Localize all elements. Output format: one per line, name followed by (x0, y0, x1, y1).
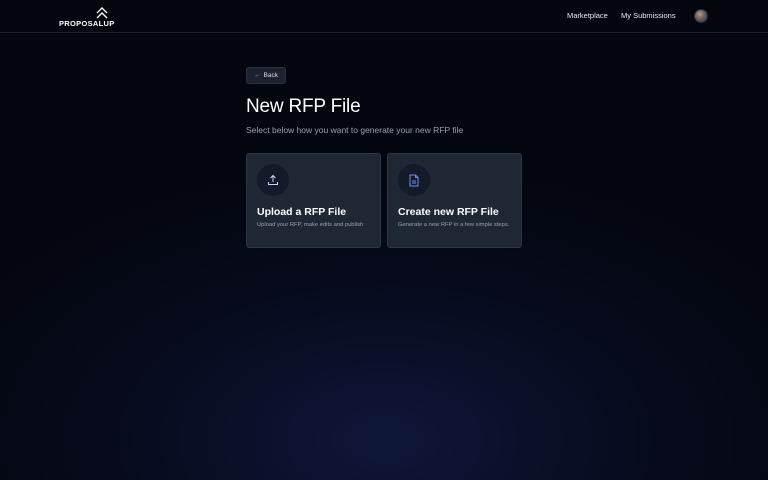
page-title: New RFP File (246, 96, 361, 117)
back-button-label: Back (263, 72, 278, 79)
create-rfp-card[interactable]: Create new RFP File Generate a new RFP i… (387, 153, 522, 248)
card-title: Create new RFP File (398, 206, 499, 218)
card-title: Upload a RFP File (257, 206, 347, 218)
back-button[interactable]: ← Back (246, 67, 286, 84)
brand-name-part1: PROPOSAL (59, 19, 104, 28)
document-icon (398, 164, 430, 196)
upload-rfp-card[interactable]: Upload a RFP File Upload your RFP, make … (246, 153, 381, 248)
chevrons-up-icon (96, 7, 108, 19)
brand-name-part2: UP (103, 19, 115, 28)
brand-logo[interactable]: PROPOSALUP (59, 7, 115, 29)
nav-link-marketplace[interactable]: Marketplace (567, 11, 608, 20)
card-description: Generate a new RFP in a few simple steps… (398, 222, 510, 228)
arrow-left-icon: ← (254, 72, 261, 79)
card-description: Upload your RFP, make edits and publish (257, 222, 364, 228)
user-avatar[interactable] (694, 9, 708, 23)
upload-icon (257, 164, 289, 196)
nav-link-my-submissions[interactable]: My Submissions (621, 11, 676, 20)
top-navigation-bar: PROPOSALUP Marketplace My Submissions (0, 0, 768, 33)
page-subtitle: Select below how you want to generate yo… (246, 125, 464, 135)
brand-wordmark: PROPOSALUP (59, 19, 115, 28)
